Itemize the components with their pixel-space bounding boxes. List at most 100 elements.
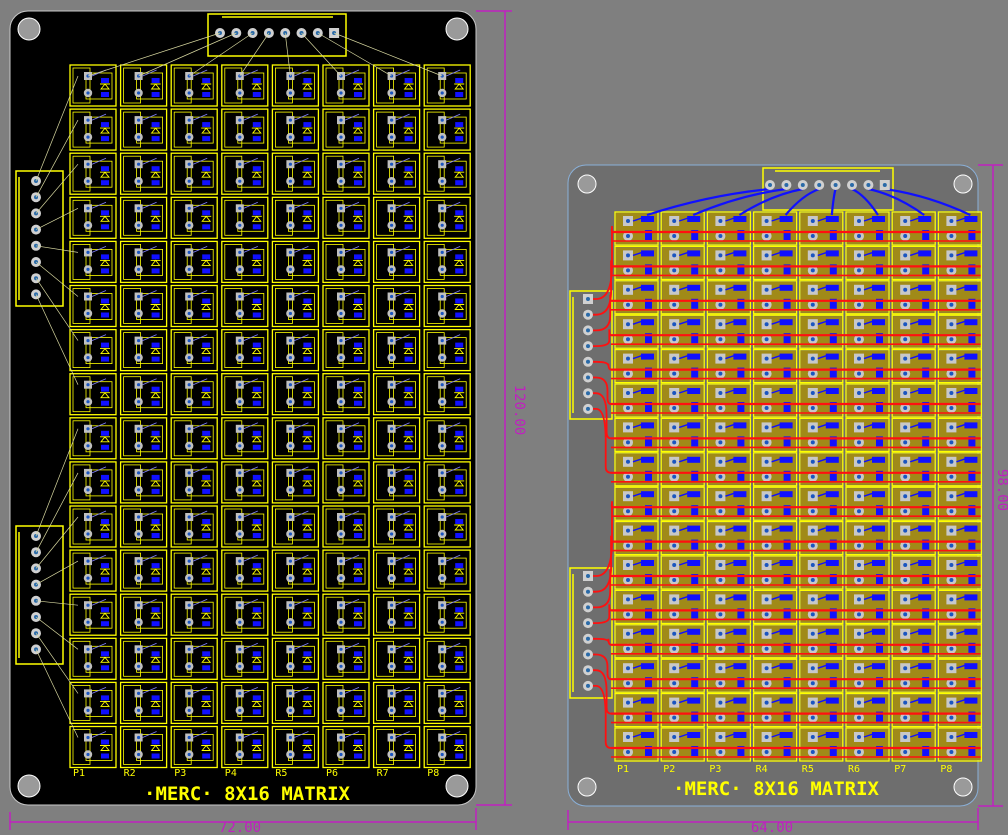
smd-pad-bottom xyxy=(733,525,747,532)
pad-drill xyxy=(187,471,191,475)
pad-drill xyxy=(137,620,141,624)
pad-drill xyxy=(86,162,90,166)
pad-drill xyxy=(288,223,292,227)
smd-pad-bottom xyxy=(641,663,654,670)
pad-drill xyxy=(238,118,242,122)
pad-drill xyxy=(86,708,90,713)
pad-drill xyxy=(137,91,141,95)
smd-pad xyxy=(101,665,109,671)
smd-pad-bottom xyxy=(918,560,932,566)
pad-drill xyxy=(238,135,242,139)
column-label: P8 xyxy=(940,764,952,775)
switch-cell xyxy=(660,624,705,659)
smd-pad-bottom xyxy=(641,250,654,257)
pad-drill xyxy=(764,666,769,671)
pad-drill xyxy=(810,631,815,636)
pad-drill xyxy=(857,631,861,636)
pad-drill xyxy=(390,620,394,624)
smd-pad xyxy=(354,665,362,671)
left-height-dimension: 120.00 xyxy=(511,385,527,436)
column-label: R2 xyxy=(124,768,136,779)
switch-cell xyxy=(845,245,890,281)
pad-drill xyxy=(626,234,630,238)
pad-drill xyxy=(238,471,242,475)
pad-drill xyxy=(857,597,861,602)
pad-drill xyxy=(187,294,191,299)
smd-pad-bottom xyxy=(872,525,885,532)
pad-drill xyxy=(672,631,677,636)
switch-cell xyxy=(799,589,844,625)
smd-pad xyxy=(455,122,464,128)
pad-drill xyxy=(626,631,630,636)
pad-drill xyxy=(137,223,141,227)
switch-cell xyxy=(937,555,983,590)
pad-drill xyxy=(288,488,292,492)
smd-pad xyxy=(404,92,413,97)
pad-drill xyxy=(857,356,861,361)
smd-pad xyxy=(455,430,464,436)
pad-drill xyxy=(903,597,908,602)
pad-drill xyxy=(949,337,954,342)
smd-pad xyxy=(151,356,160,362)
smd-pad-bottom xyxy=(918,732,932,738)
pad-drill xyxy=(949,287,954,292)
smd-pad xyxy=(354,78,362,83)
pad-drill xyxy=(903,750,908,754)
pad-drill xyxy=(949,322,954,327)
pad-drill xyxy=(390,532,394,536)
pad-drill xyxy=(626,646,630,651)
smd-pad xyxy=(202,444,211,450)
pad-drill xyxy=(288,339,292,343)
smd-pad xyxy=(151,224,160,230)
pad-drill xyxy=(137,267,141,271)
switch-cell xyxy=(891,589,936,625)
smd-pad xyxy=(101,651,109,657)
pad-drill xyxy=(440,620,444,624)
switch-cell xyxy=(706,383,752,418)
pad-drill xyxy=(672,681,677,686)
pad-drill xyxy=(288,559,292,563)
pad-drill xyxy=(288,135,292,139)
smd-pad xyxy=(202,180,211,186)
smd-pad xyxy=(303,210,312,216)
smd-pad-bottom xyxy=(918,491,932,498)
pad-drill xyxy=(187,267,191,271)
pad-drill xyxy=(238,339,242,343)
smd-pad xyxy=(101,533,109,538)
pad-drill xyxy=(626,715,630,720)
pad-drill xyxy=(288,427,292,431)
smd-pad xyxy=(455,753,464,759)
smd-pad-bottom xyxy=(918,319,932,326)
smd-pad xyxy=(252,709,261,715)
smd-pad-bottom xyxy=(964,697,978,704)
pad-drill xyxy=(718,528,723,533)
smd-pad xyxy=(101,563,109,569)
pad-drill xyxy=(764,612,769,617)
pad-drill xyxy=(288,752,292,757)
smd-pad xyxy=(202,488,211,494)
pad-drill xyxy=(86,735,90,740)
smd-pad xyxy=(151,519,160,524)
smd-pad xyxy=(202,210,211,216)
pad-drill xyxy=(949,578,954,582)
smd-pad xyxy=(455,298,464,304)
pad-drill xyxy=(390,294,394,299)
pad-drill xyxy=(440,752,444,757)
smd-pad xyxy=(354,651,362,657)
header-pin-drill xyxy=(586,652,590,657)
pad-drill xyxy=(857,219,861,223)
smd-pad-bottom xyxy=(872,284,885,291)
smd-pad xyxy=(455,665,464,671)
smd-pad xyxy=(404,342,413,348)
smd-pad xyxy=(151,92,160,97)
pad-drill xyxy=(764,543,769,548)
smd-pad-bottom xyxy=(964,525,978,532)
pad-drill xyxy=(903,543,908,548)
switch-cell xyxy=(937,417,983,453)
smd-pad xyxy=(252,665,261,671)
pad-drill xyxy=(339,356,343,360)
smd-pad xyxy=(455,607,464,613)
pad-drill xyxy=(187,647,191,651)
smd-pad xyxy=(455,563,464,569)
smd-pad xyxy=(303,180,312,186)
